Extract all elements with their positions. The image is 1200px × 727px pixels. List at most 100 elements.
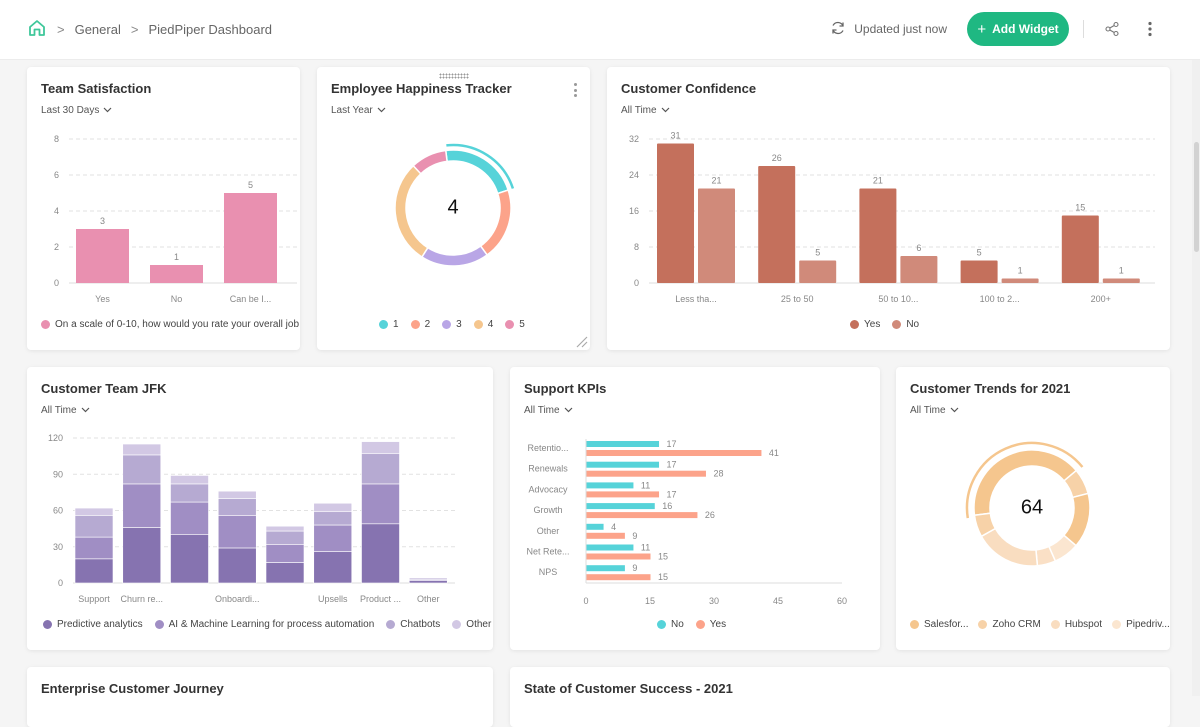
legend-item[interactable]: Yes [695,619,727,630]
data-label: 15 [1075,203,1085,213]
data-label: 15 [658,572,668,582]
legend-item[interactable]: 4 [473,319,493,330]
legend-label: 1 [393,319,399,330]
legend-item[interactable]: Other [452,619,491,630]
y-tick-label: 2 [54,242,59,252]
donut-segment [412,149,448,175]
chart-legend: Predictive analytics AI & Machine Learnin… [43,619,491,630]
x-tick-label: Other [417,594,440,604]
legend-label: Pipedriv... [1126,619,1170,630]
legend-label: No [906,319,920,330]
legend-item[interactable]: No [657,619,684,630]
stacked-bar-segment [265,530,305,545]
home-icon[interactable] [27,18,47,41]
support-kpis-chart: 0 15 30 45 60 Retentio... 17 41 Renewals 17 28 Advo… [526,439,847,606]
team-satisfaction-chart: 0 2 4 6 8 3 Yes 1 No 5 Can be I... [54,134,297,304]
add-widget-label: Add Widget [992,22,1059,36]
top-bar: > General > PiedPiper Dashboard Updated … [0,0,1200,60]
x-tick-label: 200+ [1091,294,1111,304]
data-label: 11 [641,480,650,490]
y-tick-label: Growth [533,505,562,515]
legend-item[interactable]: 3 [442,319,462,330]
legend-item[interactable]: AI & Machine Learning for process automa… [154,619,375,630]
customer-trends-card: Customer Trends for 2021 All Time 64 Sal… [896,367,1170,650]
legend-dot [1050,620,1060,629]
page-scrollbar[interactable] [1192,60,1200,696]
y-tick-label: 6 [54,170,59,180]
stacked-bar-segment [265,525,305,532]
stacked-bar-segment [361,523,400,584]
legend-dot [43,620,52,629]
stacked-bar-segment [170,501,209,535]
legend-dot [473,320,483,329]
legend-item[interactable]: Pipedriv... [1112,619,1170,630]
legend-item[interactable]: Predictive analytics [43,619,143,630]
updated-text: Updated just now [854,22,947,36]
resize-handle-icon[interactable] [574,334,588,348]
hbar-no [586,482,634,489]
bar-yes [758,166,796,283]
stacked-bar-segment [313,524,353,552]
legend-dot [892,320,902,329]
chevron-right-icon: > [57,22,65,37]
legend-dot [657,620,666,629]
stacked-bar-segment [408,580,448,584]
legend-label: Yes [709,619,727,630]
legend-label: Predictive analytics [57,619,143,630]
legend-item[interactable]: On a scale of 0-10, how would you rate y… [41,319,300,330]
legend-item[interactable]: Salesfor... [910,619,968,630]
legend-label: AI & Machine Learning for process automa… [168,619,375,630]
data-label: 3 [100,216,105,226]
legend-item[interactable]: Chatbots [386,619,440,630]
data-label: 16 [662,501,672,511]
stacked-bar-segment [217,515,257,549]
stacked-bar-segment [361,453,400,485]
x-tick-label: Product ... [360,594,401,604]
share-icon[interactable] [1102,19,1122,39]
bar-no [698,188,735,283]
legend-dot [452,620,462,629]
legend-item[interactable]: Yes [850,319,880,330]
legend-label: No [671,619,684,630]
bar [76,229,129,283]
customer-team-jfk-chart: 0 30 60 90 120 Support Churn re... Onboardi... U… [48,433,455,604]
stacked-bar-segment [122,527,162,584]
donut-segment [980,527,1039,567]
data-label: 5 [977,248,982,258]
legend-label: 5 [519,319,525,330]
stacked-bar-segment [74,507,114,516]
breadcrumb: > General > PiedPiper Dashboard [27,18,272,41]
card-title: Enterprise Customer Journey [41,681,224,696]
legend-dot [978,620,988,629]
add-widget-button[interactable]: + Add Widget [967,12,1069,46]
breadcrumb-general[interactable]: General [75,22,121,37]
legend-item[interactable]: Hubspot [1050,619,1102,630]
legend-item[interactable]: 2 [410,319,430,330]
legend-item[interactable]: Zoho CRM [978,619,1041,630]
y-tick-label: 120 [48,433,63,443]
stacked-bar-segment [74,558,114,584]
customer-team-jfk-card: Customer Team JFK All Time 0 30 60 90 120 Sup… [27,367,493,650]
legend-item[interactable]: 5 [505,319,525,330]
data-label: 5 [248,180,253,190]
refresh-status[interactable]: Updated just now [830,20,947,39]
legend-dot [695,620,705,629]
team-satisfaction-card: Team Satisfaction Last 30 Days 0 2 4 6 8 3 Yes… [27,67,300,350]
legend-label: Zoho CRM [992,619,1041,630]
legend-dot [850,320,859,329]
legend-item[interactable]: 1 [379,319,399,330]
y-tick-label: NPS [539,567,558,577]
y-tick-label: 16 [629,206,639,216]
stacked-bar-segment [408,577,448,580]
legend-item[interactable]: No [892,319,919,330]
scrollbar-thumb[interactable] [1194,142,1199,252]
y-tick-label: Advocacy [528,484,568,494]
x-tick-label: Upsells [318,594,348,604]
chart-legend: Yes No [850,319,919,330]
y-tick-label: 60 [53,506,63,516]
more-options-icon[interactable] [1140,19,1160,39]
bar-yes [960,260,998,283]
bar [150,265,203,283]
data-label: 31 [670,131,680,141]
data-label: 28 [713,469,723,479]
